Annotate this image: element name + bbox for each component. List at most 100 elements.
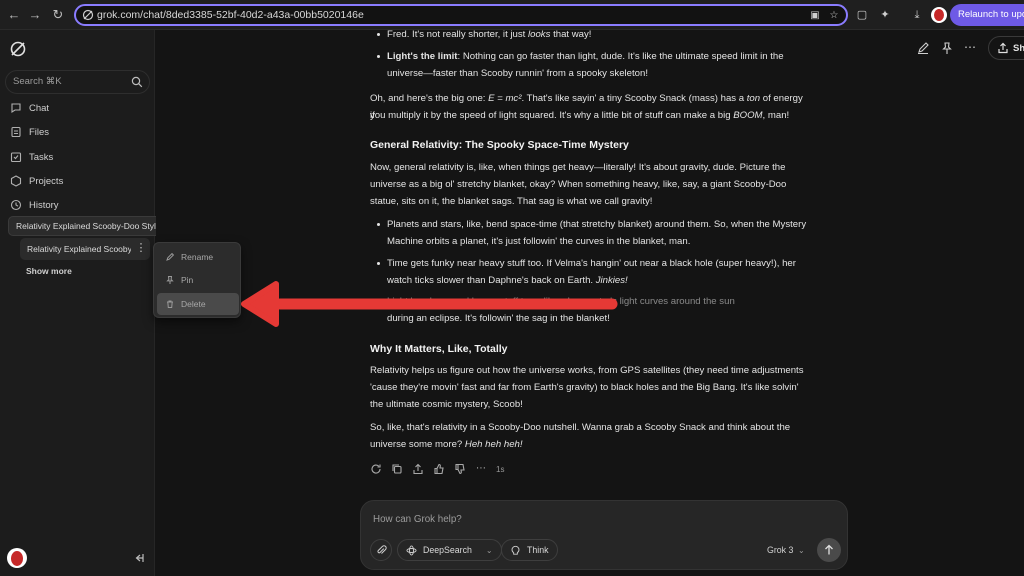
paragraph: Now, general relativity is, like, when t… (370, 162, 786, 173)
deepsearch-label: DeepSearch (423, 545, 472, 555)
files-icon (11, 126, 21, 138)
paragraph: So, like, that's relativity in a Scooby-… (370, 422, 791, 433)
sidebar: Search ⌘K Chat Files Tasks Projects Hist… (0, 30, 169, 576)
share-label: Share (1013, 43, 1024, 54)
more-actions-icon[interactable]: ⋯ (475, 463, 487, 475)
paperclip-icon (377, 545, 387, 554)
tasks-icon (10, 152, 22, 163)
chat-icon (11, 103, 21, 114)
deepsearch-button[interactable]: DeepSearch ⌄ (397, 539, 502, 561)
list-item-continuation: Machine orbits a planet, it's just follo… (387, 236, 691, 247)
forward-icon[interactable]: → (27, 7, 43, 23)
user-avatar[interactable] (7, 548, 27, 568)
sidebar-item-history[interactable]: History (10, 196, 59, 214)
paragraph: universe as a big ol' stretchy blanket, … (370, 179, 787, 190)
reload-icon[interactable]: ↻ (50, 7, 66, 23)
extensions-puzzle-icon[interactable]: ✦ (878, 8, 892, 22)
list-item-continuation: watch ticks slower than Daphne's back on… (387, 275, 628, 286)
collapse-sidebar-icon[interactable] (132, 551, 146, 565)
pin-icon[interactable] (940, 41, 954, 55)
extension-icon[interactable]: ▢ (855, 8, 869, 22)
history-context-menu: Rename Pin Delete (153, 242, 241, 318)
paragraph: universe some more? Heh heh heh! (370, 439, 523, 450)
thumbs-up-icon[interactable] (433, 463, 445, 475)
pin-icon (166, 276, 174, 284)
list-item-continuation: universe—faster than Scooby runnin' from… (387, 68, 648, 79)
lightbulb-icon (511, 545, 520, 555)
history-tooltip: Relativity Explained Scooby-Doo Style (8, 216, 169, 236)
address-bar[interactable]: grok.com/chat/8ded3385-52bf-40d2-a43a-00… (74, 4, 848, 26)
menu-item-label: Pin (181, 275, 194, 285)
profile-avatar[interactable] (931, 7, 947, 23)
search-icon (131, 76, 143, 88)
sidebar-item-chat[interactable]: Chat (10, 99, 49, 117)
chevron-down-icon[interactable]: ⌄ (798, 546, 805, 555)
list-item: Planets and stars, like, bend space-time… (377, 216, 810, 233)
grok-logo-icon[interactable] (9, 40, 27, 58)
response-time: 1s (496, 464, 505, 474)
projects-icon (10, 175, 22, 187)
menu-item-pin[interactable]: Pin (157, 269, 239, 291)
history-icon (10, 199, 22, 211)
attach-button[interactable] (370, 539, 392, 561)
search-placeholder: Search ⌘K (13, 76, 62, 87)
regenerate-icon[interactable] (370, 463, 382, 475)
model-selector[interactable]: Grok 3 (767, 545, 793, 555)
main-content: ⋯ Share Fred. It's not really shorter, i… (156, 29, 1024, 576)
chevron-down-icon[interactable]: ⌄ (486, 546, 493, 555)
share-icon (998, 42, 1008, 54)
paragraph: you multiply it by the speed of light sq… (370, 110, 790, 121)
bookmark-star-icon[interactable]: ☆ (828, 10, 840, 22)
more-icon[interactable]: ⋯ (964, 41, 978, 55)
list-item: Fred. It's not really shorter, it just l… (377, 26, 810, 43)
think-label: Think (527, 545, 549, 555)
thumbs-down-icon[interactable] (454, 463, 466, 475)
share-response-icon[interactable] (412, 463, 424, 475)
list-item: Light's the limit: Nothing can go faster… (377, 48, 810, 65)
edit-icon[interactable] (916, 41, 930, 55)
relaunch-button[interactable]: Relaunch to upda (950, 4, 1024, 26)
paragraph: statue, sits on it, the blanket sags. Th… (370, 196, 653, 207)
menu-item-delete[interactable]: Delete (157, 293, 239, 315)
history-item-label: Relativity Explained Scooby-Doo Style (27, 244, 131, 254)
deepsearch-icon (406, 544, 417, 556)
message-actions: ⋯ 1s (370, 462, 504, 476)
menu-item-label: Rename (181, 252, 214, 262)
paragraph: 'cause they're movin' fast and far from … (370, 382, 799, 393)
think-button[interactable]: Think (501, 539, 558, 561)
copy-icon[interactable] (391, 463, 403, 475)
url-text: grok.com/chat/8ded3385-52bf-40d2-a43a-00… (97, 9, 364, 21)
sidebar-item-label: Files (29, 126, 50, 138)
more-options-icon[interactable]: ⋮ (135, 242, 147, 256)
sidebar-item-label: Projects (29, 175, 64, 187)
trash-icon (167, 300, 173, 308)
section-heading: General Relativity: The Spooky Space-Tim… (370, 139, 629, 151)
list-item: Time gets funky near heavy stuff too. If… (377, 255, 810, 272)
sidebar-item-label: Chat (29, 102, 50, 114)
sidebar-item-tasks[interactable]: Tasks (10, 148, 53, 166)
download-icon[interactable]: ⤓ (910, 8, 924, 22)
cast-icon[interactable]: ▣ (809, 10, 821, 22)
list-item-continuation: during an eclipse. It's followin' the sa… (387, 313, 610, 324)
sidebar-item-label: Tasks (29, 151, 54, 163)
search-input[interactable]: Search ⌘K (5, 70, 150, 94)
history-item[interactable]: Relativity Explained Scooby-Doo Style ⋮ (20, 238, 150, 260)
menu-item-rename[interactable]: Rename (157, 246, 239, 268)
show-more-link[interactable]: Show more (26, 266, 72, 276)
send-button[interactable] (817, 538, 841, 562)
section-heading: Why It Matters, Like, Totally (370, 343, 508, 355)
back-icon[interactable]: ← (6, 7, 22, 23)
paragraph: Relativity helps us figure out how the u… (370, 365, 804, 376)
paragraph: the ultimate cosmic mystery, Scoob! (370, 399, 523, 410)
sidebar-item-files[interactable]: Files (10, 123, 49, 141)
site-info-icon[interactable] (82, 9, 94, 21)
rename-pencil-icon (166, 252, 175, 261)
sidebar-item-projects[interactable]: Projects (10, 172, 63, 190)
share-button[interactable]: Share (988, 36, 1024, 60)
prompt-input[interactable]: How can Grok help? (373, 514, 462, 525)
menu-item-label: Delete (181, 299, 206, 309)
list-item: Light bends around heavy stuff too—like … (377, 293, 810, 310)
arrow-up-icon (825, 544, 833, 555)
chat-composer: How can Grok help? DeepSearch ⌄ Think Gr… (360, 500, 848, 570)
sidebar-item-label: History (29, 199, 59, 211)
